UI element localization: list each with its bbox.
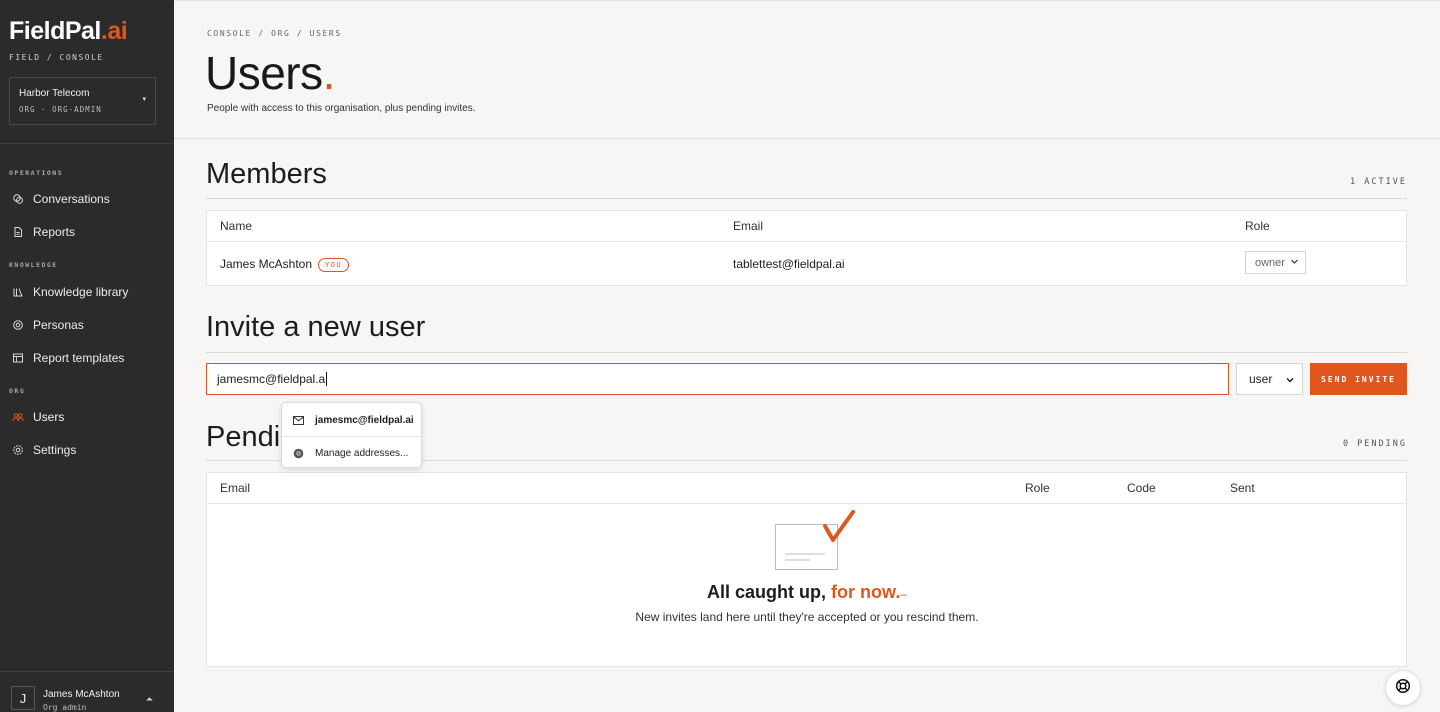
brand-subtitle: FIELD / CONSOLE [9, 53, 104, 62]
sidebar-item-personas[interactable]: Personas [0, 310, 174, 340]
persona-icon [12, 319, 24, 331]
sidebar-item-label: Users [33, 410, 65, 424]
member-role-select[interactable]: owner [1245, 251, 1306, 274]
gear-icon [12, 444, 24, 456]
section-label-org: ORG [9, 387, 26, 395]
sidebar-item-label: Settings [33, 443, 77, 457]
column-header-name: Name [220, 219, 253, 233]
column-header-role: Role [1025, 481, 1050, 495]
sidebar-item-label: Knowledge library [33, 285, 129, 299]
library-icon [12, 286, 24, 298]
user-name: James McAshton [43, 689, 120, 700]
autocomplete-suggestion-label: jamesmc@fieldpal.ai [315, 414, 414, 426]
top-border [174, 0, 1440, 1]
brand-accent: .ai [100, 17, 128, 45]
org-switcher[interactable]: Harbor Telecom ORG · ORG-ADMIN ▾ [9, 77, 156, 125]
header-divider [174, 138, 1440, 139]
section-label-operations: OPERATIONS [9, 169, 64, 177]
manage-addresses-label: Manage addresses... [315, 447, 409, 459]
members-rule [206, 198, 1407, 199]
column-header-role: Role [1245, 219, 1270, 233]
template-icon [12, 352, 24, 364]
invite-email-value: jamesmc@fieldpal.a [217, 372, 326, 386]
sidebar-item-label: Conversations [33, 192, 110, 206]
main-content: CONSOLE / ORG / USERS Users. People with… [174, 0, 1440, 712]
breadcrumb: CONSOLE / ORG / USERS [207, 29, 342, 38]
sidebar-item-label: Personas [33, 318, 84, 332]
member-name: James McAshton [220, 257, 313, 271]
empty-state-illustration [775, 510, 857, 577]
chevron-up-icon: ⏶ [145, 694, 153, 704]
invite-title: Invite a new user [206, 311, 426, 343]
members-title: Members [206, 158, 327, 190]
chevron-down-icon [1290, 257, 1299, 269]
chevron-down-icon [1285, 374, 1295, 388]
invite-role-select[interactable]: user [1236, 363, 1303, 395]
sidebar-item-label: Reports [33, 225, 76, 239]
users-icon [12, 411, 24, 423]
column-header-code: Code [1127, 481, 1156, 495]
empty-title-tail: – [900, 587, 908, 601]
chrome-icon [292, 447, 304, 459]
page-title-text: Users [205, 47, 323, 99]
page-title: Users. [205, 46, 335, 100]
brand-logo[interactable]: FieldPal.ai [9, 17, 128, 46]
sidebar-item-report-templates[interactable]: Report templates [0, 343, 174, 373]
pending-count: 0 PENDING [1342, 439, 1407, 449]
section-label-knowledge: KNOWLEDGE [9, 261, 58, 269]
invite-role-value: user [1249, 372, 1273, 386]
invite-email-input[interactable]: jamesmc@fieldpal.a [206, 363, 1229, 395]
sidebar-item-users[interactable]: Users [0, 402, 174, 432]
header-separator [207, 503, 1406, 504]
org-role: ORG · ORG-ADMIN [19, 105, 102, 114]
manage-addresses-item[interactable]: Manage addresses... [282, 437, 421, 469]
chat-icon [12, 193, 24, 205]
member-name-cell: James McAshton YOU [220, 257, 350, 272]
sidebar-divider [0, 143, 174, 144]
column-header-email: Email [220, 481, 251, 495]
brand-name: FieldPal [9, 17, 101, 45]
members-count: 1 ACTIVE [1350, 177, 1407, 187]
help-icon [1395, 678, 1411, 699]
column-header-sent: Sent [1230, 481, 1255, 495]
you-badge: YOU [318, 257, 350, 272]
members-table: Name Email Role James McAshton YOU tablet… [206, 210, 1407, 286]
text-cursor [326, 372, 328, 386]
mail-icon [292, 414, 304, 426]
send-invite-button[interactable]: SEND INVITE [1310, 363, 1407, 395]
page-title-dot: . [322, 47, 336, 99]
sidebar-item-settings[interactable]: Settings [0, 435, 174, 465]
empty-title-accent: for now. [831, 582, 901, 602]
avatar: J [11, 686, 35, 710]
sidebar-item-conversations[interactable]: Conversations [0, 184, 174, 214]
autocomplete-suggestion[interactable]: jamesmc@fieldpal.ai [282, 404, 421, 436]
empty-title-main: All caught up, [706, 582, 826, 602]
invite-rule [206, 352, 1407, 353]
member-email: tablettest@fieldpal.ai [733, 257, 845, 271]
sidebar-item-reports[interactable]: Reports [0, 217, 174, 247]
caret-down-icon: ▾ [142, 96, 146, 103]
empty-state-subtitle: New invites land here until they're acce… [635, 610, 979, 624]
empty-state-title: All caught up, for now.– [174, 582, 1440, 603]
email-autocomplete: jamesmc@fieldpal.ai Manage addresses... [281, 402, 422, 468]
header-separator [207, 241, 1406, 242]
help-button[interactable] [1385, 670, 1421, 706]
sidebar: FieldPal.ai FIELD / CONSOLE Harbor Telec… [0, 0, 174, 712]
sidebar-item-knowledge-library[interactable]: Knowledge library [0, 277, 174, 307]
document-icon [12, 226, 24, 238]
member-role-value: owner [1255, 256, 1285, 269]
sidebar-item-label: Report templates [33, 351, 125, 365]
page-subtitle: People with access to this organisation,… [207, 103, 476, 114]
user-menu[interactable]: J James McAshton Org admin ⏶ [0, 671, 174, 712]
org-name: Harbor Telecom [19, 88, 90, 99]
column-header-email: Email [733, 219, 764, 233]
user-role: Org admin [43, 703, 87, 712]
